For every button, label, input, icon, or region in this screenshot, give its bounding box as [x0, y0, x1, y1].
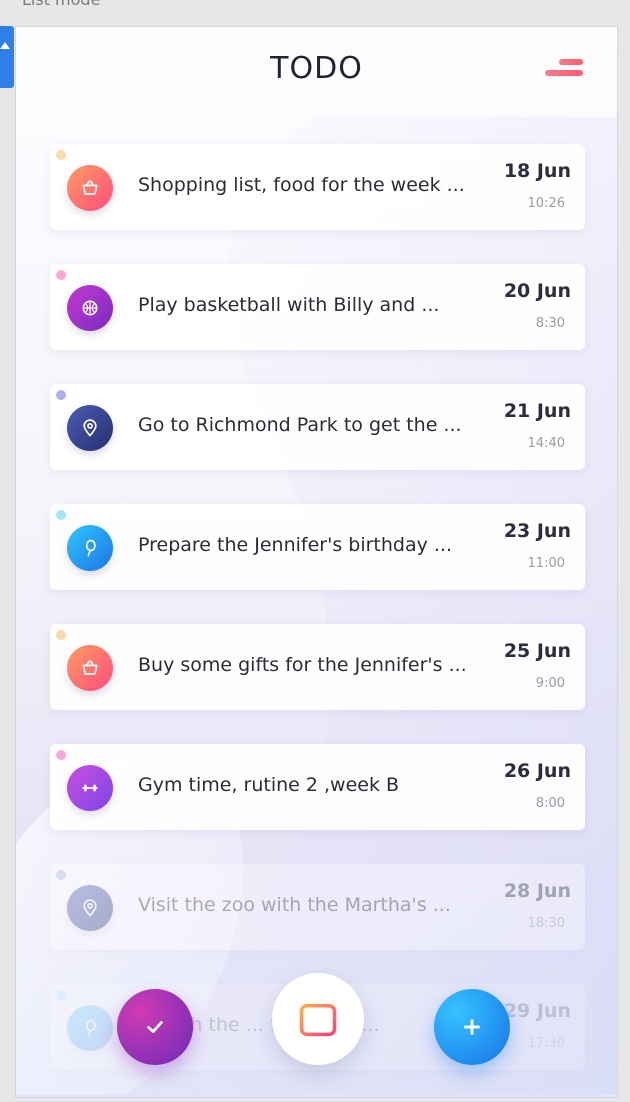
plus-icon	[464, 1019, 480, 1035]
task-time: 8:30	[535, 316, 565, 331]
task-date: 18 Jun	[503, 160, 571, 182]
task-date: 29 Jun	[503, 1000, 571, 1022]
priority-dot	[56, 510, 66, 520]
task-date: 21 Jun	[503, 400, 571, 422]
task-text: Buy some gifts for the Jennifer's ...	[138, 654, 467, 676]
priority-dot	[56, 750, 66, 760]
task-card[interactable]: Prepare the Jennifer's birthday ... 23 Ju…	[50, 504, 585, 590]
window-caption: List mode	[22, 0, 100, 9]
task-card[interactable]: Visit the zoo with the Martha's ... 28 Ju…	[50, 864, 585, 950]
task-card[interactable]: Go to Richmond Park to get the ... 21 Jun…	[50, 384, 585, 470]
task-time: 18:30	[527, 916, 565, 931]
priority-dot	[56, 990, 66, 1000]
task-text: Go to Richmond Park to get the ...	[138, 414, 462, 436]
balloon-icon	[67, 1005, 113, 1051]
complete-button[interactable]	[117, 989, 193, 1065]
basket-icon	[67, 165, 113, 211]
priority-dot	[56, 150, 66, 160]
calendar-icon	[299, 999, 337, 1037]
home-tab[interactable]	[0, 26, 14, 88]
menu-icon[interactable]	[543, 59, 583, 85]
task-date: 20 Jun	[503, 280, 571, 302]
task-time: 9:00	[535, 676, 565, 691]
priority-dot	[56, 270, 66, 280]
task-time: 11:00	[527, 556, 565, 571]
phone-screen: TODO Shopping list, food for the week ..…	[15, 26, 618, 1098]
priority-dot	[56, 390, 66, 400]
calendar-button[interactable]	[272, 973, 364, 1065]
task-card[interactable]: Buy some gifts for the Jennifer's ... 25 …	[50, 624, 585, 710]
priority-dot	[56, 870, 66, 880]
basketball-icon	[67, 285, 113, 331]
task-card[interactable]: Gym time, rutine 2 ,week B 26 Jun 8:00	[50, 744, 585, 830]
checkmark-icon	[147, 1021, 163, 1033]
task-text: Play basketball with Billy and ...	[138, 294, 440, 316]
location-pin-icon	[67, 885, 113, 931]
task-text: Shopping list, food for the week ...	[138, 174, 465, 196]
task-card[interactable]: Shopping list, food for the week ... 18 J…	[50, 144, 585, 230]
task-date: 23 Jun	[503, 520, 571, 542]
add-task-button[interactable]	[434, 989, 510, 1065]
task-date: 25 Jun	[503, 640, 571, 662]
app-title: TODO	[270, 51, 363, 86]
up-arrow-icon	[0, 42, 10, 49]
task-time: 10:26	[527, 196, 565, 211]
dumbbell-icon	[67, 765, 113, 811]
task-time: 17:30	[527, 1036, 565, 1051]
task-time: 14:40	[527, 436, 565, 451]
task-text: Prepare the Jennifer's birthday ...	[138, 534, 453, 556]
task-text: Gym time, rutine 2 ,week B	[138, 774, 400, 796]
balloon-icon	[67, 525, 113, 571]
task-card[interactable]: Play basketball with Billy and ... 20 Jun…	[50, 264, 585, 350]
task-time: 8:00	[535, 796, 565, 811]
priority-dot	[56, 630, 66, 640]
task-text: Visit the zoo with the Martha's ...	[138, 894, 451, 916]
task-date: 28 Jun	[503, 880, 571, 902]
task-list: Shopping list, food for the week ... 18 J…	[50, 144, 585, 1097]
basket-icon	[67, 645, 113, 691]
location-pin-icon	[67, 405, 113, 451]
task-date: 26 Jun	[503, 760, 571, 782]
